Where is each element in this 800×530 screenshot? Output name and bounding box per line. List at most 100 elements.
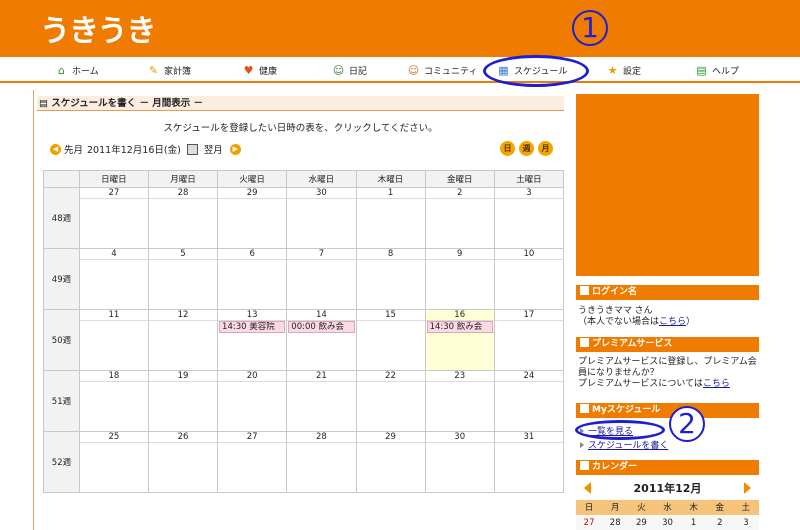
day-number: 7 [287, 249, 356, 260]
mini-day[interactable]: 3 [732, 515, 759, 530]
week-column-header [43, 170, 80, 188]
day-cell[interactable]: 27 [217, 431, 288, 493]
day-cell[interactable]: 17 [493, 309, 565, 371]
header-fri: 金曜日 [424, 170, 495, 188]
day-number: 15 [356, 310, 425, 321]
view-switcher: 日 週 月 [500, 141, 553, 156]
next-month-link[interactable]: 翌月 [204, 142, 223, 156]
day-cell[interactable]: 12 [147, 309, 219, 371]
day-number: 13 [218, 310, 287, 321]
week-row: 52週 25 26 27 28 29 30 31 [43, 431, 565, 493]
day-cell[interactable]: 31 [493, 431, 565, 493]
day-cell[interactable]: 7 [286, 248, 357, 310]
day-cell[interactable]: 21 [286, 370, 357, 432]
day-number: 20 [218, 371, 287, 382]
prev-arrow-icon[interactable]: ◀ [50, 143, 61, 155]
day-cell[interactable]: 29 [355, 431, 426, 493]
header-thu: 木曜日 [355, 170, 426, 188]
day-cell[interactable]: 6 [217, 248, 288, 310]
heart-icon: ♥ [243, 63, 254, 77]
day-cell[interactable]: 8 [355, 248, 426, 310]
day-cell[interactable]: 13 14:30 美容院 [217, 309, 288, 371]
day-number: 8 [356, 249, 425, 260]
day-cell[interactable]: 15 [355, 309, 426, 371]
day-cell[interactable]: 30 [424, 431, 495, 493]
app-logo[interactable]: うきうき [40, 6, 156, 50]
day-view-button[interactable]: 日 [500, 141, 515, 156]
day-cell[interactable]: 25 [78, 431, 149, 493]
not-you-link[interactable]: こちら [659, 317, 686, 327]
mini-day[interactable]: 2 [706, 515, 733, 530]
month-view-button[interactable]: 月 [538, 141, 553, 156]
day-cell[interactable]: 22 [355, 370, 426, 432]
day-cell[interactable]: 18 [78, 370, 149, 432]
day-number: 1 [356, 188, 425, 199]
premium-info-line: プレミアムサービスについてはこちら [578, 379, 730, 389]
mini-calendar: 日 月 火 水 木 金 土 27 28 29 30 1 2 3 [576, 500, 759, 530]
next-arrow-icon[interactable]: ▶ [229, 143, 241, 155]
dow-wed: 水 [654, 500, 681, 516]
schedule-event[interactable]: 00:00 飲み会 [288, 321, 355, 333]
nav-diary[interactable]: ☺ 日記 [332, 62, 367, 78]
day-number: 31 [494, 432, 563, 443]
day-cell[interactable]: 1 [355, 187, 426, 249]
day-number: 30 [287, 188, 356, 199]
day-cell[interactable]: 26 [147, 431, 219, 493]
week-label: 50週 [43, 309, 80, 371]
day-cell[interactable]: 11 [78, 309, 149, 371]
week-view-button[interactable]: 週 [519, 141, 534, 156]
people-icon: ☺ [407, 63, 420, 77]
day-cell[interactable]: 10 [493, 248, 565, 310]
day-cell[interactable]: 30 [286, 187, 357, 249]
day-cell[interactable]: 23 [424, 370, 495, 432]
prev-month-triangle-icon[interactable] [584, 482, 591, 494]
mini-day[interactable]: 29 [628, 515, 655, 530]
week-row: 49週 4 5 6 7 8 9 10 [43, 248, 565, 310]
day-number: 29 [356, 432, 425, 443]
login-info: うきうきママ さん （本人でない場合はこちら） [578, 306, 761, 328]
premium-info-link[interactable]: こちら [703, 379, 730, 389]
day-cell[interactable]: 28 [147, 187, 219, 249]
day-cell[interactable]: 24 [493, 370, 565, 432]
book-icon: ▤ [39, 98, 48, 109]
ad-banner[interactable] [576, 94, 759, 276]
nav-household-budget[interactable]: ✎ 家計簿 [147, 62, 191, 78]
schedule-event[interactable]: 14:30 美容院 [219, 321, 286, 333]
day-cell[interactable]: 14 00:00 飲み会 [286, 309, 357, 371]
dow-sun: 日 [576, 500, 603, 516]
day-cell[interactable]: 5 [147, 248, 219, 310]
date-picker-icon[interactable] [186, 143, 198, 155]
pencil-icon: ✎ [148, 63, 159, 77]
day-cell-today[interactable]: 16 14:30 飲み会 [424, 309, 495, 371]
day-cell[interactable]: 9 [424, 248, 495, 310]
mini-day[interactable]: 30 [654, 515, 681, 530]
dow-mon: 月 [602, 500, 629, 516]
mini-day[interactable]: 28 [602, 515, 629, 530]
day-number: 22 [356, 371, 425, 382]
next-month-triangle-icon[interactable] [744, 482, 751, 494]
mini-day[interactable]: 1 [680, 515, 707, 530]
day-cell[interactable]: 29 [217, 187, 288, 249]
day-number: 2 [425, 188, 494, 199]
day-cell[interactable]: 3 [493, 187, 565, 249]
day-cell[interactable]: 4 [78, 248, 149, 310]
week-row: 51週 18 19 20 21 22 23 24 [43, 370, 565, 432]
current-date: 2011年12月16日(金) [87, 145, 181, 156]
nav-help[interactable]: ▤ ヘルプ [695, 62, 739, 78]
schedule-event[interactable]: 14:30 飲み会 [426, 321, 493, 333]
calendar-section-header: カレンダー [576, 460, 759, 475]
day-cell[interactable]: 27 [78, 187, 149, 249]
prev-month-link[interactable]: 先月 [64, 142, 83, 156]
nav-health[interactable]: ♥ 健康 [242, 62, 277, 78]
mini-day[interactable]: 27 [576, 515, 603, 530]
day-cell[interactable]: 28 [286, 431, 357, 493]
nav-settings[interactable]: ★ 設定 [606, 62, 641, 78]
day-cell[interactable]: 20 [217, 370, 288, 432]
day-cell[interactable]: 2 [424, 187, 495, 249]
week-label: 48週 [43, 187, 80, 249]
nav-community[interactable]: ☺ コミュニティ [407, 62, 478, 78]
dow-fri: 金 [706, 500, 733, 516]
nav-home[interactable]: ⌂ ホーム [55, 62, 99, 78]
week-label: 51週 [43, 370, 80, 432]
day-cell[interactable]: 19 [147, 370, 219, 432]
